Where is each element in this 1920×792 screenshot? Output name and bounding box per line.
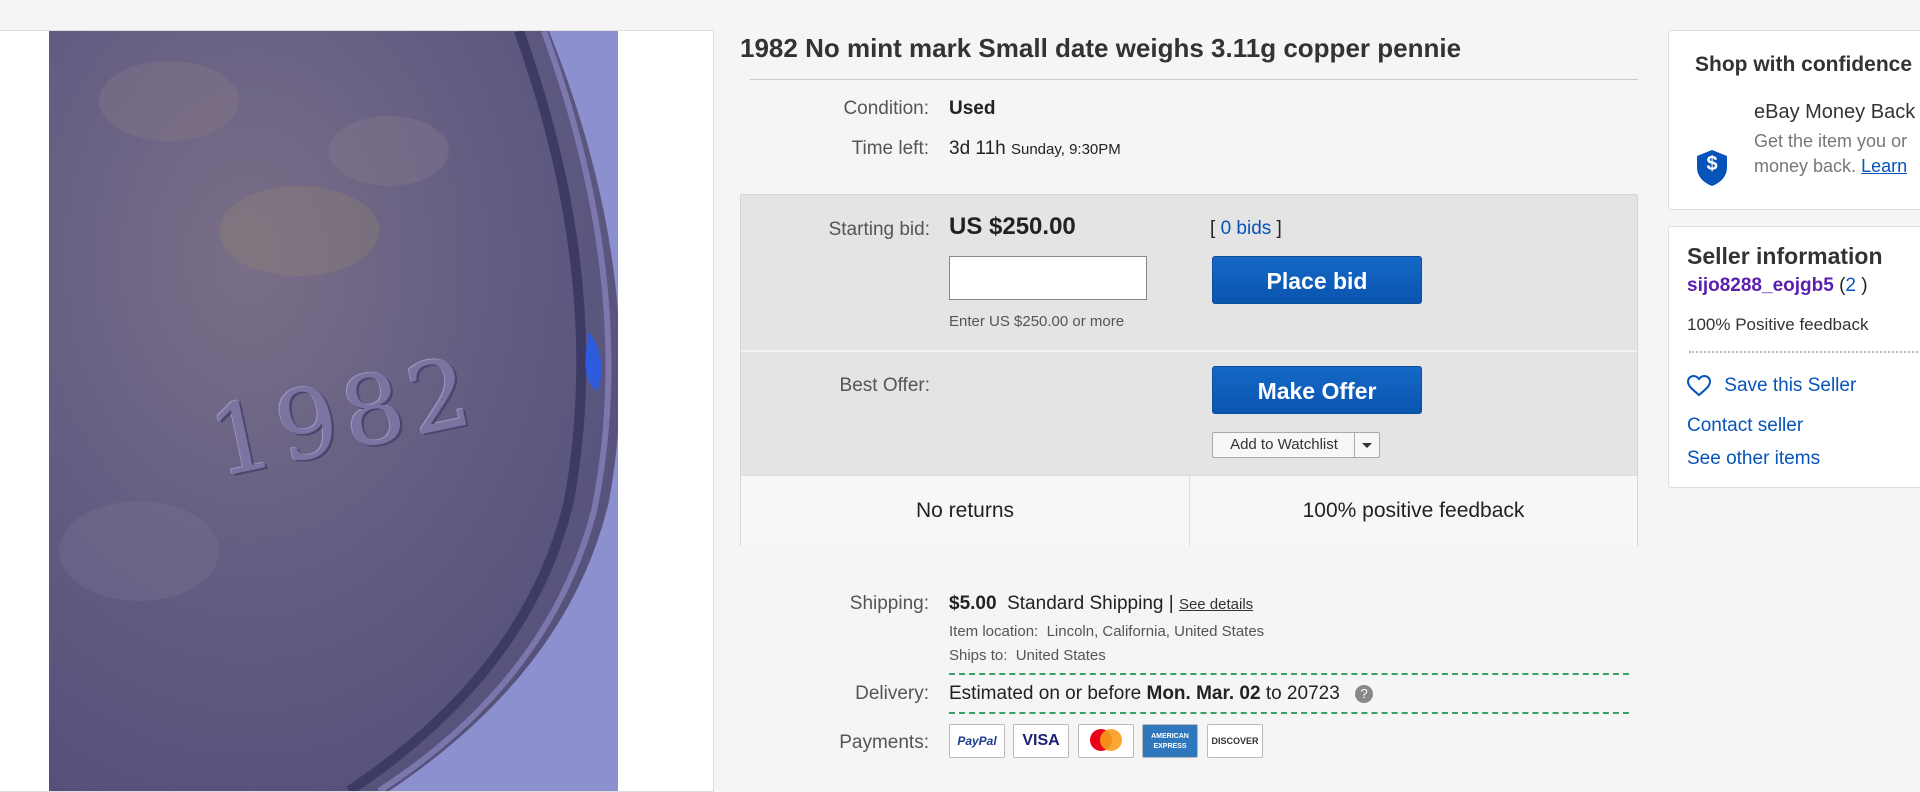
shield-glyph: $ bbox=[1706, 153, 1718, 175]
starting-bid-label: Starting bid: bbox=[828, 219, 930, 240]
delivery-label: Delivery: bbox=[855, 683, 929, 704]
shop-with-confidence-card: Shop with confidence $ eBay Money Back G… bbox=[1668, 30, 1920, 210]
contact-seller-link[interactable]: Contact seller bbox=[1687, 415, 1803, 437]
returns-policy: No returns bbox=[915, 499, 1015, 522]
ships-to: Ships to: United States bbox=[949, 647, 1106, 664]
seller-feedback-summary: 100% positive feedback bbox=[1302, 499, 1525, 522]
coin-photo[interactable]: 1982 bbox=[49, 31, 618, 791]
see-other-items-link[interactable]: See other items bbox=[1687, 448, 1820, 470]
seller-identity: sijo8288_eojgb5 (2 ) bbox=[1687, 275, 1868, 297]
time-left-label: Time left: bbox=[851, 138, 929, 159]
bid-amount-input[interactable] bbox=[949, 256, 1147, 300]
time-left: 3d 11h Sunday, 9:30PM bbox=[949, 138, 1121, 160]
confidence-heading: Shop with confidence bbox=[1695, 53, 1913, 76]
delivery-estimate: Estimated on or before Mon. Mar. 02 to 2… bbox=[949, 683, 1374, 705]
time-left-value: 3d 11h bbox=[949, 138, 1006, 159]
amex-logo: AMERICAN EXPRESS bbox=[1142, 724, 1198, 758]
watchlist-label: Add to Watchlist bbox=[1230, 436, 1338, 453]
add-to-watchlist-button[interactable]: Add to Watchlist bbox=[1212, 432, 1380, 458]
time-left-end: Sunday, 9:30PM bbox=[1010, 141, 1121, 158]
delivery-zip: to 20723 bbox=[1265, 683, 1340, 704]
seller-score-close: ) bbox=[1861, 275, 1868, 296]
bid-count-close: ] bbox=[1276, 218, 1282, 239]
guarantee-line-2-text: money back. bbox=[1754, 156, 1857, 176]
seller-score-link[interactable]: 2 bbox=[1845, 275, 1856, 296]
place-bid-button[interactable]: Place bid bbox=[1212, 256, 1422, 304]
shipping-cost: $5.00 bbox=[949, 593, 997, 614]
guarantee-title: eBay Money Back bbox=[1754, 101, 1916, 123]
bid-input-hint: Enter US $250.00 or more bbox=[949, 313, 1125, 330]
save-seller-button[interactable]: Save this Seller bbox=[1686, 374, 1856, 397]
seller-divider bbox=[1689, 351, 1920, 353]
best-offer-label: Best Offer: bbox=[839, 375, 930, 396]
bid-divider bbox=[741, 350, 1637, 352]
delivery-bottom-divider bbox=[949, 712, 1629, 714]
bid-count-link[interactable]: 0 bids bbox=[1221, 218, 1272, 239]
shipping-label: Shipping: bbox=[849, 593, 929, 614]
seller-information-card: Seller information sijo8288_eojgb5 (2 ) … bbox=[1668, 226, 1920, 488]
make-offer-button[interactable]: Make Offer bbox=[1212, 366, 1422, 414]
shipping-info: $5.00 Standard Shipping | See details bbox=[949, 593, 1253, 615]
item-location: Item location: Lincoln, California, Unit… bbox=[949, 623, 1264, 640]
payments-label: Payments: bbox=[839, 732, 929, 753]
condition-label: Condition: bbox=[843, 98, 929, 119]
item-location-value: Lincoln, California, United States bbox=[1046, 623, 1265, 640]
discover-logo: DISCOVER bbox=[1207, 724, 1263, 758]
bid-count: [ 0 bids ] bbox=[1210, 218, 1282, 240]
item-location-label: Item location: bbox=[949, 623, 1039, 640]
see-details-link[interactable]: See details bbox=[1179, 596, 1253, 613]
starting-bid-value: US $250.00 bbox=[949, 213, 1076, 240]
paypal-logo: PayPal bbox=[949, 724, 1005, 758]
bid-count-open: [ bbox=[1210, 218, 1216, 239]
help-icon[interactable]: ? bbox=[1355, 684, 1374, 703]
ships-to-value: United States bbox=[1015, 647, 1106, 664]
delivery-prefix: Estimated on or before bbox=[949, 683, 1142, 704]
item-title: 1982 No mint mark Small date weighs 3.11… bbox=[740, 33, 1462, 63]
guarantee-line-2: money back. Learn bbox=[1754, 156, 1907, 177]
policy-row: No returns 100% positive feedback bbox=[741, 475, 1637, 546]
image-panel: 1982 bbox=[0, 30, 714, 792]
guarantee-line-1: Get the item you or bbox=[1754, 131, 1908, 151]
condition-value: Used bbox=[949, 98, 996, 119]
ships-to-label: Ships to: bbox=[949, 647, 1008, 664]
visa-logo: VISA bbox=[1013, 724, 1069, 758]
learn-more-link[interactable]: Learn bbox=[1861, 156, 1907, 176]
mastercard-icon bbox=[1090, 729, 1122, 751]
shipping-method: Standard Shipping bbox=[1007, 593, 1164, 614]
seller-heading: Seller information bbox=[1687, 243, 1883, 269]
mastercard-logo bbox=[1078, 724, 1134, 758]
save-seller-link[interactable]: Save this Seller bbox=[1724, 375, 1856, 396]
chevron-down-icon[interactable] bbox=[1354, 433, 1379, 457]
bid-box: Starting bid: US $250.00 [ 0 bids ] Plac… bbox=[740, 194, 1638, 546]
shipping-separator: | bbox=[1168, 593, 1174, 614]
seller-username-link[interactable]: sijo8288_eojgb5 bbox=[1687, 275, 1834, 296]
seller-feedback: 100% Positive feedback bbox=[1687, 315, 1869, 334]
title-divider bbox=[750, 79, 1638, 80]
delivery-top-divider bbox=[949, 673, 1629, 675]
heart-icon bbox=[1686, 374, 1712, 397]
delivery-date: Mon. Mar. 02 bbox=[1146, 683, 1261, 704]
